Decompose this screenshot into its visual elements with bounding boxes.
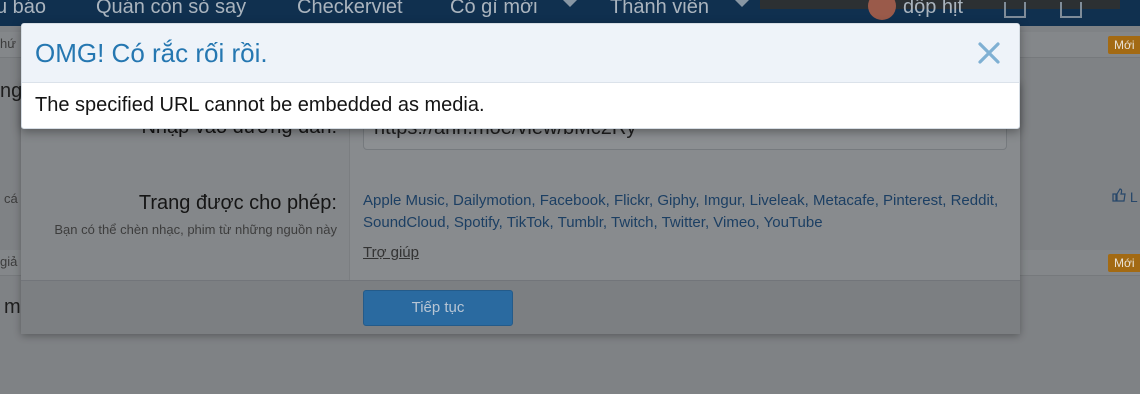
error-message: The specified URL cannot be embedded as …: [35, 94, 485, 116]
allowed-site-link[interactable]: Facebook: [540, 192, 606, 209]
allowed-site-link[interactable]: SoundCloud: [363, 214, 446, 231]
site-separator: ,: [942, 192, 951, 209]
error-title: OMG! Có rắc rối rồi.: [35, 38, 268, 68]
new-badge: Mới: [1108, 254, 1140, 272]
site-separator: ,: [549, 214, 558, 231]
error-header: OMG! Có rắc rối rồi.: [22, 24, 1019, 83]
nav-item-pub[interactable]: Quán còn sỏ say: [96, 0, 246, 19]
allowed-sites-list: Apple Music, Dailymotion, Facebook, Flic…: [363, 190, 1003, 234]
site-separator: ,: [874, 192, 884, 209]
close-button[interactable]: [974, 36, 1004, 68]
like-label: L: [1129, 189, 1138, 205]
allowed-site-link[interactable]: YouTube: [764, 214, 823, 231]
nav-item-whats-new[interactable]: Có gì mới: [450, 0, 538, 19]
allowed-site-link[interactable]: Apple Music: [363, 192, 445, 209]
background-text: giả: [0, 254, 18, 269]
allowed-site-link[interactable]: Metacafe: [813, 192, 875, 209]
sites-explain: Bạn có thể chèn nhạc, phim từ những nguồ…: [54, 222, 337, 237]
allowed-site-link[interactable]: Twitter: [662, 214, 705, 231]
allowed-site-link[interactable]: TikTok: [507, 214, 550, 231]
background-text: cá: [4, 191, 18, 206]
allowed-site-link[interactable]: Spotify: [454, 214, 499, 231]
site-separator: ,: [755, 214, 764, 231]
allowed-site-link[interactable]: Liveleak: [750, 192, 805, 209]
nav-item-checkerviet[interactable]: Checkerviet: [297, 0, 403, 19]
site-separator: ,: [804, 192, 813, 209]
allowed-site-link[interactable]: Reddit: [951, 192, 994, 209]
continue-button[interactable]: Tiếp tục: [363, 290, 513, 326]
nav-item-members[interactable]: Thành viên: [610, 0, 709, 19]
dialog-footer: Tiếp tục: [21, 280, 1020, 334]
sites-label: Trang được cho phép:: [138, 192, 337, 214]
allowed-site-link[interactable]: Giphy: [657, 192, 695, 209]
site-separator: ,: [498, 214, 507, 231]
site-separator: ,: [531, 192, 540, 209]
inbox-icon[interactable]: [1004, 2, 1026, 18]
site-separator: ,: [741, 192, 750, 209]
allowed-site-link[interactable]: Imgur: [704, 192, 742, 209]
chevron-down-icon[interactable]: [563, 0, 577, 7]
chevron-down-icon[interactable]: [735, 0, 749, 7]
avatar[interactable]: [868, 0, 896, 20]
allowed-site-link[interactable]: Flickr: [614, 192, 649, 209]
allowed-site-link[interactable]: Pinterest: [883, 192, 942, 209]
allowed-site-link[interactable]: Twitch: [611, 214, 654, 231]
background-text: hứ: [0, 36, 16, 51]
site-separator: ,: [602, 214, 611, 231]
site-separator: ,: [695, 192, 704, 209]
error-overlay: OMG! Có rắc rối rồi. The specified URL c…: [21, 23, 1020, 129]
thumbs-up-icon: [1112, 188, 1126, 202]
like-link[interactable]: L: [1112, 188, 1138, 205]
site-separator: ,: [653, 214, 662, 231]
new-badge: Mới: [1108, 36, 1140, 54]
site-separator: ,: [605, 192, 614, 209]
background-text: m: [4, 296, 21, 318]
site-separator: ,: [445, 214, 454, 231]
allowed-site-link[interactable]: Tumblr: [558, 214, 603, 231]
close-icon[interactable]: [974, 36, 1004, 68]
nav-item-news[interactable]: u báo: [0, 0, 46, 19]
bell-icon[interactable]: [1060, 2, 1082, 18]
user-name[interactable]: dộp hịt: [903, 0, 963, 19]
site-separator: ,: [993, 192, 999, 209]
site-separator: ,: [444, 192, 454, 209]
allowed-site-link[interactable]: Vimeo: [713, 214, 755, 231]
help-link[interactable]: Trợ giúp: [363, 244, 419, 261]
background-text: ng: [0, 80, 23, 102]
allowed-site-link[interactable]: Dailymotion: [453, 192, 531, 209]
